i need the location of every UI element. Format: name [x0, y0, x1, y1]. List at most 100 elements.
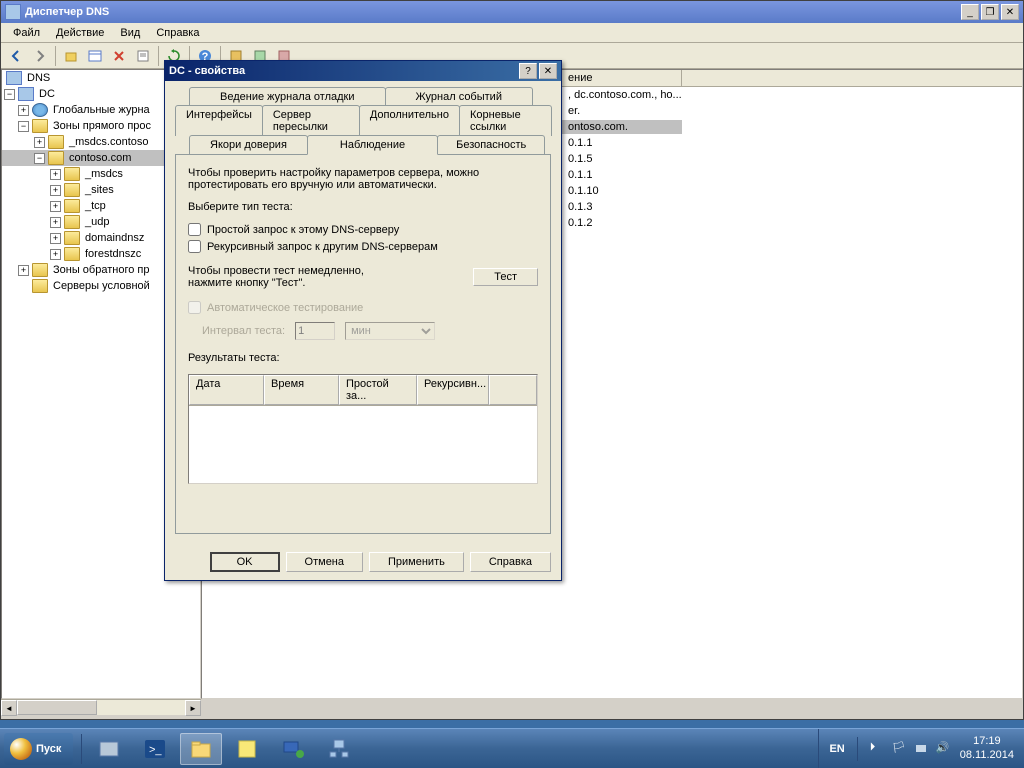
expand-icon[interactable]: +: [50, 249, 61, 260]
restore-button[interactable]: ❐: [981, 4, 999, 20]
auto-test-label: Автоматическое тестирование: [207, 302, 363, 314]
menu-help[interactable]: Справка: [148, 25, 207, 41]
ok-button[interactable]: OK: [210, 552, 280, 572]
task-notes[interactable]: [226, 733, 268, 765]
auto-test-checkbox: [188, 301, 201, 314]
col-time[interactable]: Время: [264, 375, 339, 405]
folder-icon: [32, 279, 48, 293]
description-text: Чтобы проверить настройку параметров сер…: [188, 167, 538, 191]
dns-icon: [6, 71, 22, 85]
task-dns-manager[interactable]: [318, 733, 360, 765]
menu-file[interactable]: Файл: [5, 25, 48, 41]
help-button[interactable]: Справка: [470, 552, 551, 572]
tray-expand-icon[interactable]: ⏵: [870, 741, 886, 757]
cancel-button[interactable]: Отмена: [286, 552, 363, 572]
menubar: Файл Действие Вид Справка: [1, 23, 1023, 43]
run-test-desc: Чтобы провести тест немедленно, нажмите …: [188, 265, 388, 289]
tab-trust-anchors[interactable]: Якори доверия: [189, 135, 308, 154]
server-icon: [18, 87, 34, 101]
menu-view[interactable]: Вид: [112, 25, 148, 41]
task-powershell[interactable]: >_: [134, 733, 176, 765]
expand-icon[interactable]: +: [18, 105, 29, 116]
results-label: Результаты теста:: [188, 352, 538, 364]
tab-monitoring[interactable]: Наблюдение: [307, 135, 438, 155]
task-network[interactable]: [272, 733, 314, 765]
expand-icon[interactable]: +: [50, 201, 61, 212]
tab-content: Чтобы проверить настройку параметров сер…: [175, 154, 551, 534]
tray-sound-icon[interactable]: 🔊: [936, 741, 952, 757]
tab-advanced[interactable]: Дополнительно: [359, 105, 460, 136]
windows-orb-icon: [10, 738, 32, 760]
col-blank[interactable]: [489, 375, 537, 405]
close-button[interactable]: ✕: [1001, 4, 1019, 20]
folder-icon: [64, 183, 80, 197]
tray-network-icon[interactable]: [914, 741, 930, 757]
interval-label: Интервал теста:: [202, 325, 285, 337]
dialog-title: DC - свойства: [169, 65, 519, 77]
task-explorer[interactable]: [180, 733, 222, 765]
time-text: 17:19: [960, 735, 1014, 748]
simple-query-checkbox[interactable]: [188, 223, 201, 236]
expand-icon[interactable]: +: [50, 169, 61, 180]
results-table[interactable]: Дата Время Простой за... Рекурсивн...: [188, 374, 538, 484]
simple-query-label: Простой запрос к этому DNS-серверу: [207, 224, 399, 236]
tab-root-hints[interactable]: Корневые ссылки: [459, 105, 552, 136]
svg-text:>_: >_: [149, 744, 162, 756]
menu-action[interactable]: Действие: [48, 25, 112, 41]
dialog-titlebar[interactable]: DC - свойства ? ✕: [165, 61, 561, 81]
folder-icon: [64, 199, 80, 213]
clock[interactable]: 17:19 08.11.2014: [960, 735, 1014, 761]
tab-event-log[interactable]: Журнал событий: [385, 87, 533, 106]
taskbar: Пуск >_ EN ⏵ 🏳 🔊 17:19 08.11.2014: [0, 728, 1024, 768]
col-simple[interactable]: Простой за...: [339, 375, 417, 405]
tab-debug-log[interactable]: Ведение журнала отладки: [189, 87, 386, 106]
expand-icon[interactable]: +: [50, 233, 61, 244]
language-indicator[interactable]: EN: [829, 743, 844, 755]
expand-icon[interactable]: +: [50, 185, 61, 196]
collapse-icon[interactable]: −: [18, 121, 29, 132]
folder-icon: [64, 167, 80, 181]
col-recursive[interactable]: Рекурсивн...: [417, 375, 489, 405]
tree-scrollbar[interactable]: ◄ ►: [1, 699, 201, 715]
task-server-manager[interactable]: [88, 733, 130, 765]
col-date[interactable]: Дата: [189, 375, 264, 405]
test-button[interactable]: Тест: [473, 268, 538, 286]
list-icon[interactable]: [84, 45, 106, 67]
scroll-right-icon[interactable]: ►: [185, 700, 201, 716]
folder-icon: [32, 119, 48, 133]
recursive-query-checkbox[interactable]: [188, 240, 201, 253]
dialog-close-button[interactable]: ✕: [539, 63, 557, 79]
tab-forwarders[interactable]: Сервер пересылки: [262, 105, 360, 136]
scroll-thumb[interactable]: [17, 700, 97, 715]
tray-flag-icon[interactable]: 🏳: [892, 741, 908, 757]
collapse-icon[interactable]: −: [34, 153, 45, 164]
start-label: Пуск: [36, 743, 61, 755]
col-desc[interactable]: ение: [562, 70, 682, 86]
folder-icon: [32, 263, 48, 277]
folder-icon: [64, 247, 80, 261]
globe-icon: [32, 103, 48, 117]
expand-icon[interactable]: +: [50, 217, 61, 228]
dialog-help-button[interactable]: ?: [519, 63, 537, 79]
back-button[interactable]: [5, 45, 27, 67]
properties-button[interactable]: [132, 45, 154, 67]
minimize-button[interactable]: _: [961, 4, 979, 20]
delete-button[interactable]: [108, 45, 130, 67]
collapse-icon[interactable]: −: [4, 89, 15, 100]
folder-icon: [48, 135, 64, 149]
apply-button[interactable]: Применить: [369, 552, 464, 572]
interval-input: [295, 322, 335, 340]
folder-icon: [64, 215, 80, 229]
expand-icon[interactable]: +: [18, 265, 29, 276]
tab-security[interactable]: Безопасность: [437, 135, 545, 154]
up-button[interactable]: [60, 45, 82, 67]
recursive-query-label: Рекурсивный запрос к другим DNS-серверам: [207, 241, 438, 253]
forward-button[interactable]: [29, 45, 51, 67]
properties-dialog: DC - свойства ? ✕ Ведение журнала отладк…: [164, 60, 562, 581]
app-icon: [5, 4, 21, 20]
scroll-left-icon[interactable]: ◄: [1, 700, 17, 716]
start-button[interactable]: Пуск: [4, 733, 73, 765]
titlebar[interactable]: Диспетчер DNS _ ❐ ✕: [1, 1, 1023, 23]
expand-icon[interactable]: +: [34, 137, 45, 148]
tab-interfaces[interactable]: Интерфейсы: [175, 105, 263, 136]
